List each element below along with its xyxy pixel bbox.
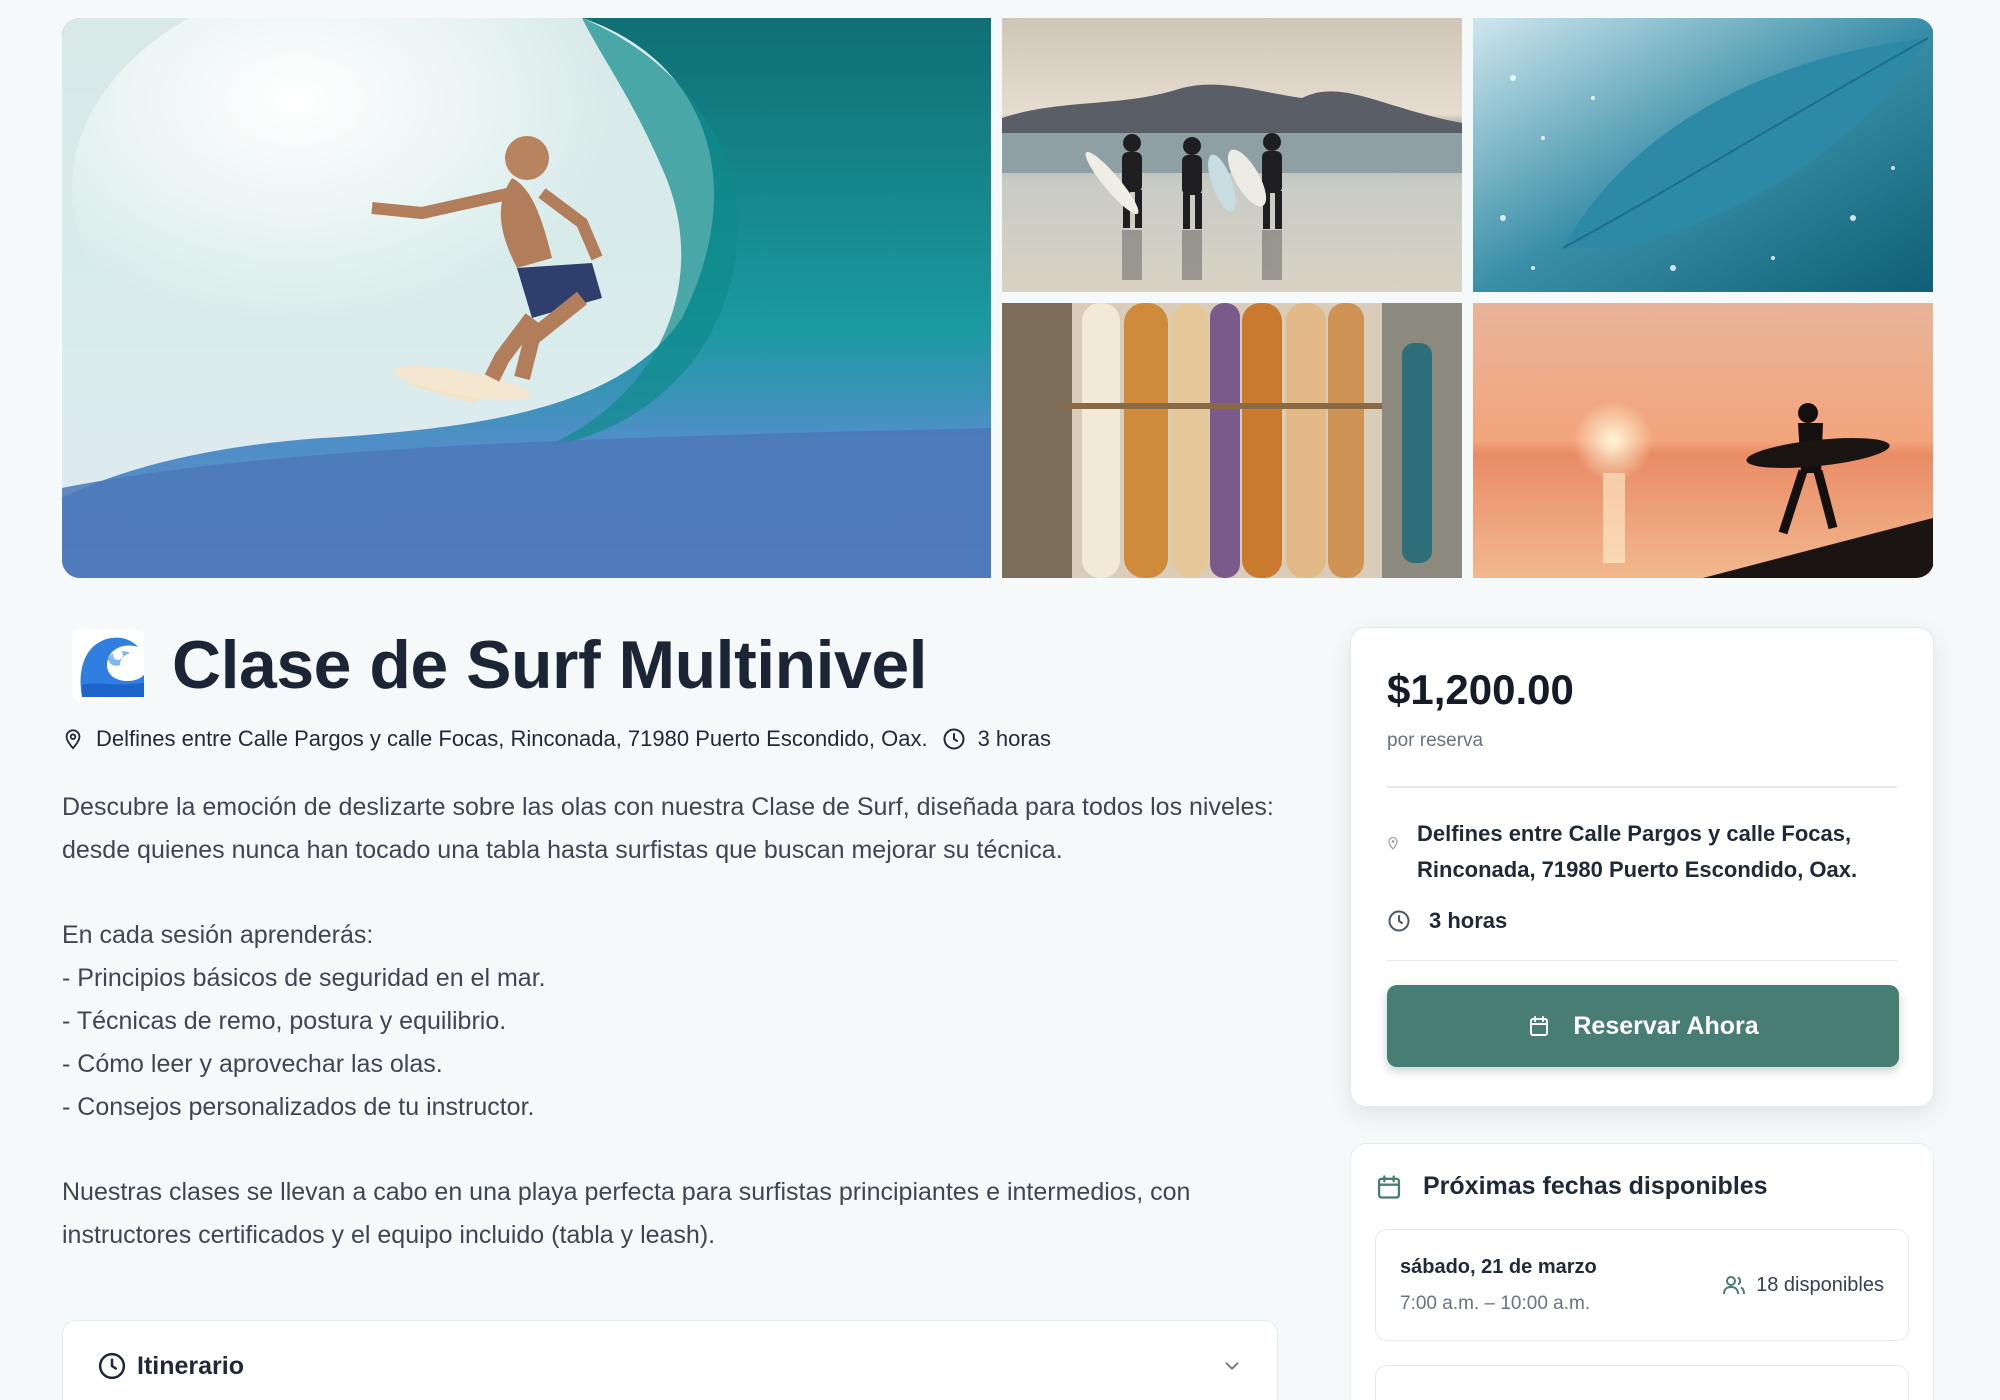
description-intro: Descubre la emoción de deslizarte sobre … [62,793,1274,864]
itinerary-title: Itinerario [137,1351,244,1380]
upcoming-dates-title: Próximas fechas disponibles [1423,1172,1768,1200]
chevron-down-icon[interactable] [1221,1355,1243,1377]
photo-surfer-wave[interactable] [62,18,991,578]
activity-details: Clase de Surf Multinivel Delfines entre … [62,620,1278,1400]
date-option[interactable]: sábado, 21 de marzo 7:00 a.m. – 10:00 a.… [1375,1229,1909,1341]
booking-address: Delfines entre Calle Pargos y calle Foca… [1417,820,1858,882]
date-time: 7:00 a.m. – 10:00 a.m. [1400,1292,1591,1314]
photo-surfboards-rack[interactable] [1002,303,1462,578]
divider [1387,786,1897,788]
users-icon [1723,1276,1746,1295]
photo-surfboard-spray[interactable] [1473,18,1933,292]
clock-icon [1388,910,1410,931]
description-list-title: En cada sesión aprenderás: [62,921,374,949]
booking-card: $1,200.00 por reserva Delfines entre Cal… [1350,627,1934,1107]
calendar-icon [1377,1174,1401,1199]
activity-address: Delfines entre Calle Pargos y calle Foca… [96,726,928,751]
activity-meta: Delfines entre Calle Pargos y calle Foca… [62,726,1278,752]
page-title: Clase de Surf Multinivel [172,627,928,703]
divider [1387,959,1897,961]
description-closing: Nuestras clases se llevan a cabo en una … [62,1178,1191,1249]
photo-gallery [62,18,1934,578]
list-item: - Consejos personalizados de tu instruct… [62,1093,535,1121]
clock-icon [98,1352,126,1380]
wave-logo-icon [72,629,144,701]
booking-duration-row: 3 horas [1387,908,1897,934]
available-count: 18 disponibles [1756,1273,1884,1296]
map-pin-icon [65,729,81,750]
list-item: - Principios básicos de seguridad en el … [62,964,546,992]
availability: 18 disponibles [1722,1273,1884,1297]
upcoming-dates-card: Próximas fechas disponibles sábado, 21 d… [1350,1143,1934,1400]
reserve-now-label: Reservar Ahora [1573,1011,1759,1040]
activity-description: Descubre la emoción de deslizarte sobre … [62,786,1278,1257]
booking-location: Delfines entre Calle Pargos y calle Foca… [1387,816,1897,888]
list-item: - Técnicas de remo, postura y equilibrio… [62,1007,507,1035]
activity-duration: 3 horas [977,726,1051,751]
calendar-icon [1530,1016,1549,1036]
date-option[interactable] [1375,1365,1909,1400]
map-pin-icon [1388,836,1398,850]
photo-sunset-surfer[interactable] [1473,303,1933,578]
price: $1,200.00 [1387,666,1574,713]
list-item: - Cómo leer y aprovechar las olas. [62,1050,443,1078]
photo-three-surfers-beach[interactable] [1002,18,1462,292]
price-unit: por reserva [1387,730,1484,751]
reserve-now-button[interactable]: Reservar Ahora [1387,985,1899,1067]
booking-duration: 3 horas [1429,907,1508,933]
itinerary-accordion[interactable]: Itinerario [62,1320,1278,1400]
date-day: sábado, 21 de marzo [1400,1255,1597,1278]
clock-icon [943,728,965,750]
itinerary-toggle[interactable]: Itinerario [63,1321,1277,1400]
